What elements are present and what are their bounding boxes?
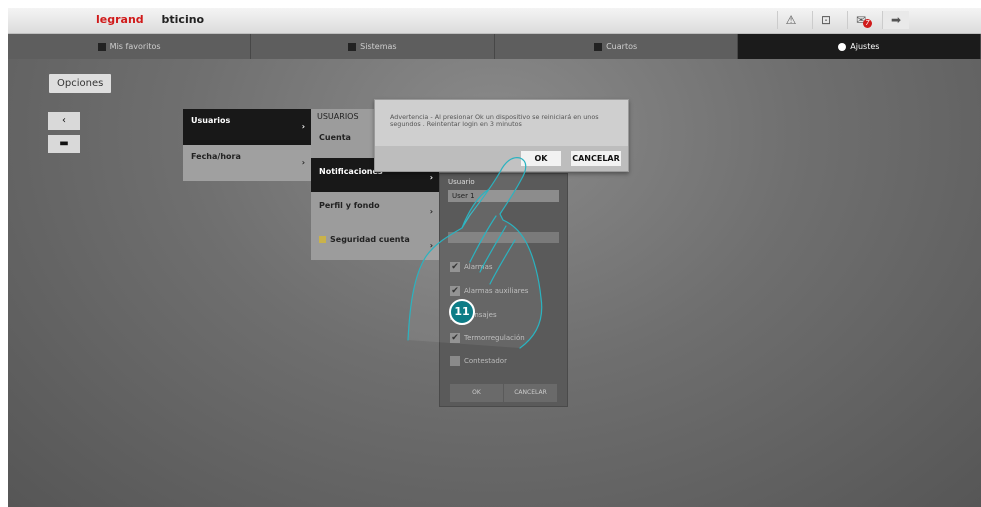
step-number-badge: 11 [449, 299, 475, 325]
pointing-hand-icon [407, 157, 543, 349]
